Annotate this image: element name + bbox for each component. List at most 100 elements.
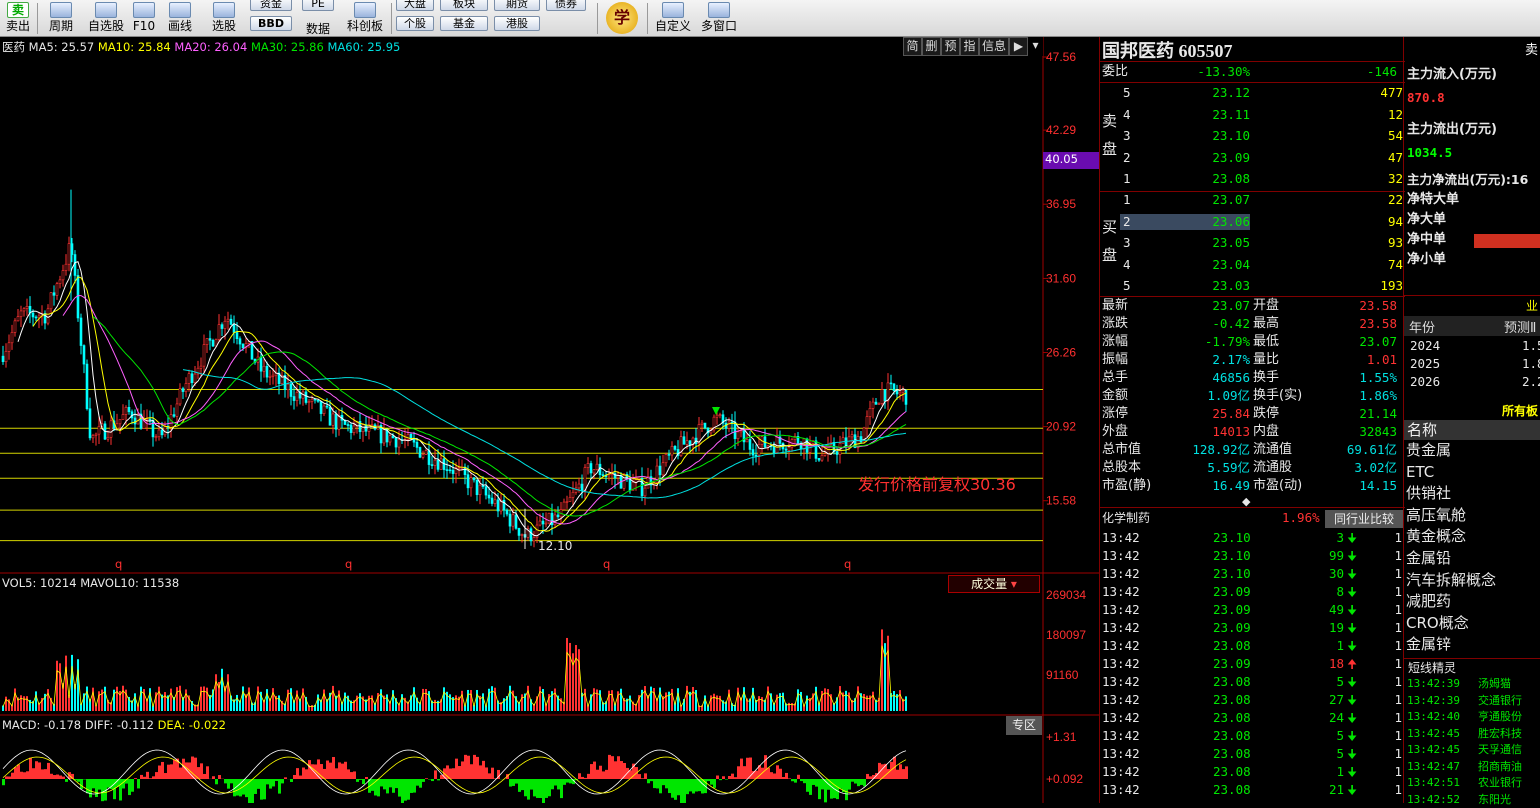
candle-body	[689, 441, 691, 445]
data-button[interactable]: 数据	[302, 21, 334, 37]
study-button[interactable]: 学	[606, 2, 638, 34]
concept-item[interactable]: 汽车拆解概念	[1406, 571, 1496, 589]
sprite-row[interactable]: 13:42:52东阳光	[1404, 792, 1540, 808]
fund-tab-button[interactable]: 基金	[440, 16, 488, 31]
sell-button[interactable]: 卖 卖出	[2, 0, 34, 37]
sprite-row[interactable]: 13:42:39汤姆猫	[1404, 676, 1540, 692]
macd-bar	[254, 779, 257, 794]
volume-bar	[104, 687, 106, 711]
macd-label: MACD: -0.178	[2, 718, 81, 732]
stock-tab-button[interactable]: 个股	[396, 16, 434, 31]
collapse-icon[interactable]: ◆	[1242, 495, 1252, 508]
indicator-button[interactable]: 指	[960, 37, 979, 56]
sprite-row[interactable]: 13:42:39交通银行	[1404, 693, 1540, 709]
earnings-tab[interactable]: 业	[1526, 297, 1538, 315]
concept-item[interactable]: 金属锌	[1406, 635, 1451, 653]
macd-bar	[737, 766, 740, 779]
chart-area[interactable]: 47.5642.2936.9531.6026.2620.9215.5826903…	[0, 37, 1100, 803]
concept-item[interactable]: CRO概念	[1406, 614, 1469, 632]
macd-bar	[671, 779, 674, 798]
menu-arrow-icon[interactable]: ▾	[1028, 37, 1043, 56]
stat-value: 21.14	[1359, 405, 1397, 423]
macd-bar	[887, 769, 890, 779]
concept-item[interactable]: 减肥药	[1406, 592, 1451, 610]
macd-bar	[284, 777, 287, 779]
concept-item[interactable]: 金属铅	[1406, 549, 1451, 567]
sprite-row[interactable]: 13:42:45天孚通信	[1404, 742, 1540, 758]
board-icon	[354, 2, 376, 18]
arrow-down-icon: 🠋	[1347, 673, 1357, 691]
candle-body	[905, 390, 907, 404]
bbd-button[interactable]: BBD	[250, 16, 292, 31]
industry-compare-button[interactable]: 同行业比较	[1325, 510, 1403, 528]
candle-body	[476, 480, 478, 495]
futures-button[interactable]: 期货	[494, 0, 540, 11]
favorites-button[interactable]: 自选股	[84, 0, 128, 37]
macd-bar	[863, 779, 866, 786]
concept-item[interactable]: ETC	[1406, 463, 1434, 481]
industry-name: 化学制药	[1102, 509, 1150, 527]
star-market-button[interactable]: 科创板	[344, 0, 386, 37]
sprite-row[interactable]: 13:42:40亨通股份	[1404, 709, 1540, 725]
volume-dropdown[interactable]: 成交量 ▾	[948, 575, 1040, 593]
expand-icon[interactable]: ▶	[1009, 37, 1028, 56]
level-index: 3	[1123, 127, 1131, 145]
multi-window-button[interactable]: 多窗口	[698, 0, 740, 37]
macd-bar	[257, 779, 260, 789]
simple-button[interactable]: 简	[903, 37, 922, 56]
zone-button[interactable]: 专区	[1006, 716, 1042, 735]
kline-chart[interactable]: 47.5642.2936.9531.6026.2620.9215.5826903…	[0, 37, 1100, 803]
f10-button[interactable]: F10	[130, 0, 158, 37]
candle-body	[494, 500, 496, 504]
forecast-button[interactable]: 预	[941, 37, 960, 56]
concept-item[interactable]: 供销社	[1406, 484, 1451, 502]
macd-bar	[212, 776, 215, 779]
market-button[interactable]: 大盘	[396, 0, 434, 11]
funds-button[interactable]: 资金	[250, 0, 292, 11]
dropdown-arrow-icon: ▾	[1007, 577, 1017, 591]
candle-body	[233, 324, 235, 332]
sprite-row[interactable]: 13:42:47招商南油	[1404, 759, 1540, 775]
macd-bar	[608, 755, 611, 779]
net-large: 净大单	[1407, 211, 1446, 229]
hk-tab-button[interactable]: 港股	[494, 16, 540, 31]
candle-body	[902, 390, 904, 392]
custom-button[interactable]: 自定义	[652, 0, 694, 37]
tick-row: 13:4223.0949🠋1	[1100, 601, 1405, 619]
volume-bar	[176, 687, 178, 711]
period-button[interactable]: 周期	[42, 0, 80, 37]
stock-picker-button[interactable]: 选股	[204, 0, 244, 37]
pe-button[interactable]: PE	[302, 0, 334, 11]
current-price-tag: 40.05	[1043, 152, 1099, 169]
bonds-button[interactable]: 债券	[546, 0, 586, 11]
candle-body	[449, 470, 451, 471]
candle-body	[305, 392, 307, 403]
volume-bar	[653, 688, 655, 711]
concept-item[interactable]: 贵金属	[1406, 441, 1451, 459]
volume-bar	[737, 688, 739, 711]
arrow-down-icon: 🠋	[1347, 637, 1357, 655]
sprite-time: 13:42:39	[1407, 693, 1460, 709]
candle-body	[134, 418, 136, 424]
sell-shortcut-icon[interactable]: 卖	[1525, 39, 1538, 58]
all-sectors-tab[interactable]: 所有板	[1502, 402, 1538, 420]
candle-body	[539, 521, 541, 525]
macd-bar	[839, 779, 842, 789]
draw-line-button[interactable]: 画线	[162, 0, 198, 37]
concept-item[interactable]: 黄金概念	[1406, 527, 1466, 545]
delete-button[interactable]: 删	[922, 37, 941, 56]
macd-bar	[566, 779, 569, 783]
sprite-row[interactable]: 13:42:51农业银行	[1404, 775, 1540, 791]
info-button[interactable]: 信息	[979, 37, 1009, 56]
concept-item[interactable]: 高压氧舱	[1406, 506, 1466, 524]
sector-button[interactable]: 板块	[440, 0, 488, 11]
level-price: 23.10	[1212, 127, 1250, 145]
macd-bar	[722, 776, 725, 779]
candle-body	[878, 403, 880, 404]
sprite-row[interactable]: 13:42:45胜宏科技	[1404, 726, 1540, 742]
volume-bar	[599, 690, 601, 711]
tick-time: 13:42	[1102, 601, 1140, 619]
stat-value: 14013	[1212, 423, 1250, 441]
tick-row: 13:4223.081🠋1	[1100, 763, 1405, 781]
macd-bar	[65, 779, 68, 782]
